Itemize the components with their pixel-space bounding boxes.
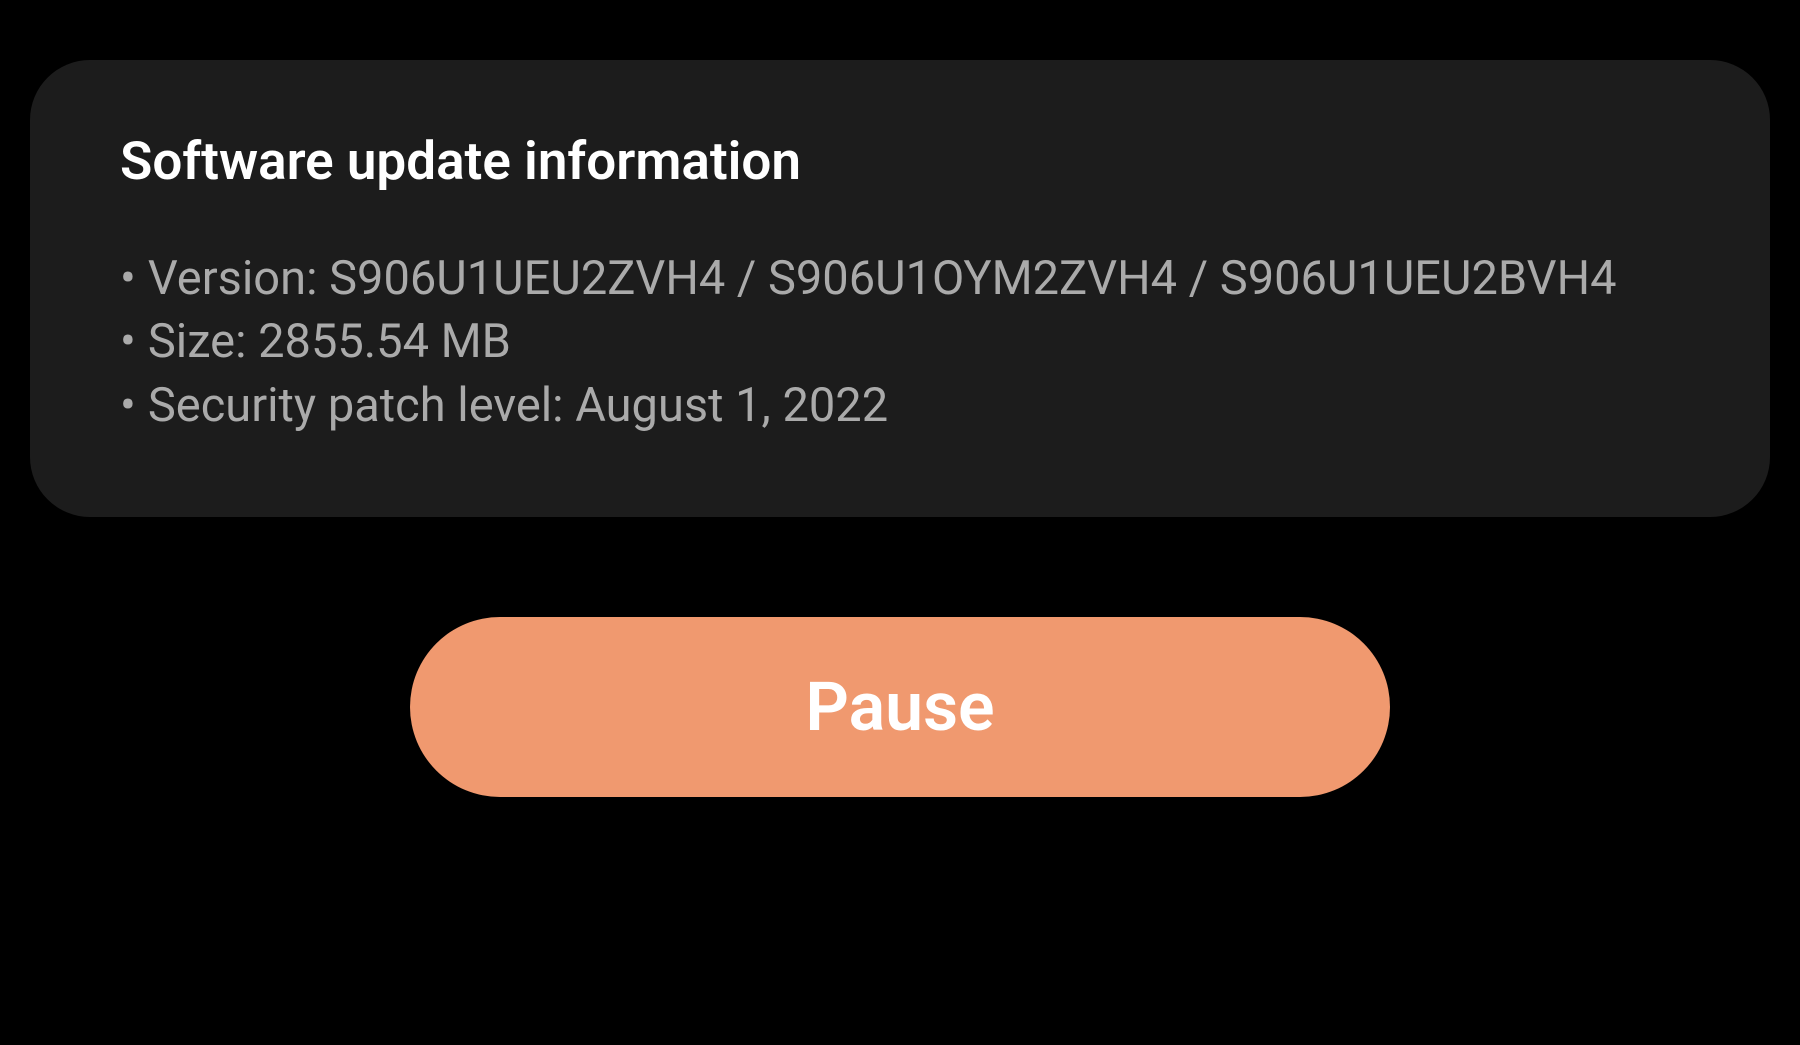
update-info-card: Software update information • Version: S… [30,60,1770,517]
bullet-icon: • [120,247,136,310]
bullet-icon: • [120,310,136,373]
security-patch-item: • Security patch level: August 1, 2022 [120,374,1680,437]
size-item: • Size: 2855.54 MB [120,310,1680,373]
card-title: Software update information [120,130,1680,192]
bullet-icon: • [120,374,136,437]
size-text: Size: 2855.54 MB [148,310,1680,373]
security-text: Security patch level: August 1, 2022 [148,374,1680,437]
pause-button[interactable]: Pause [410,617,1390,797]
version-item: • Version: S906U1UEU2ZVH4 / S906U1OYM2ZV… [120,247,1680,310]
version-text: Version: S906U1UEU2ZVH4 / S906U1OYM2ZVH4… [148,247,1680,310]
update-info-list: • Version: S906U1UEU2ZVH4 / S906U1OYM2ZV… [120,247,1680,437]
